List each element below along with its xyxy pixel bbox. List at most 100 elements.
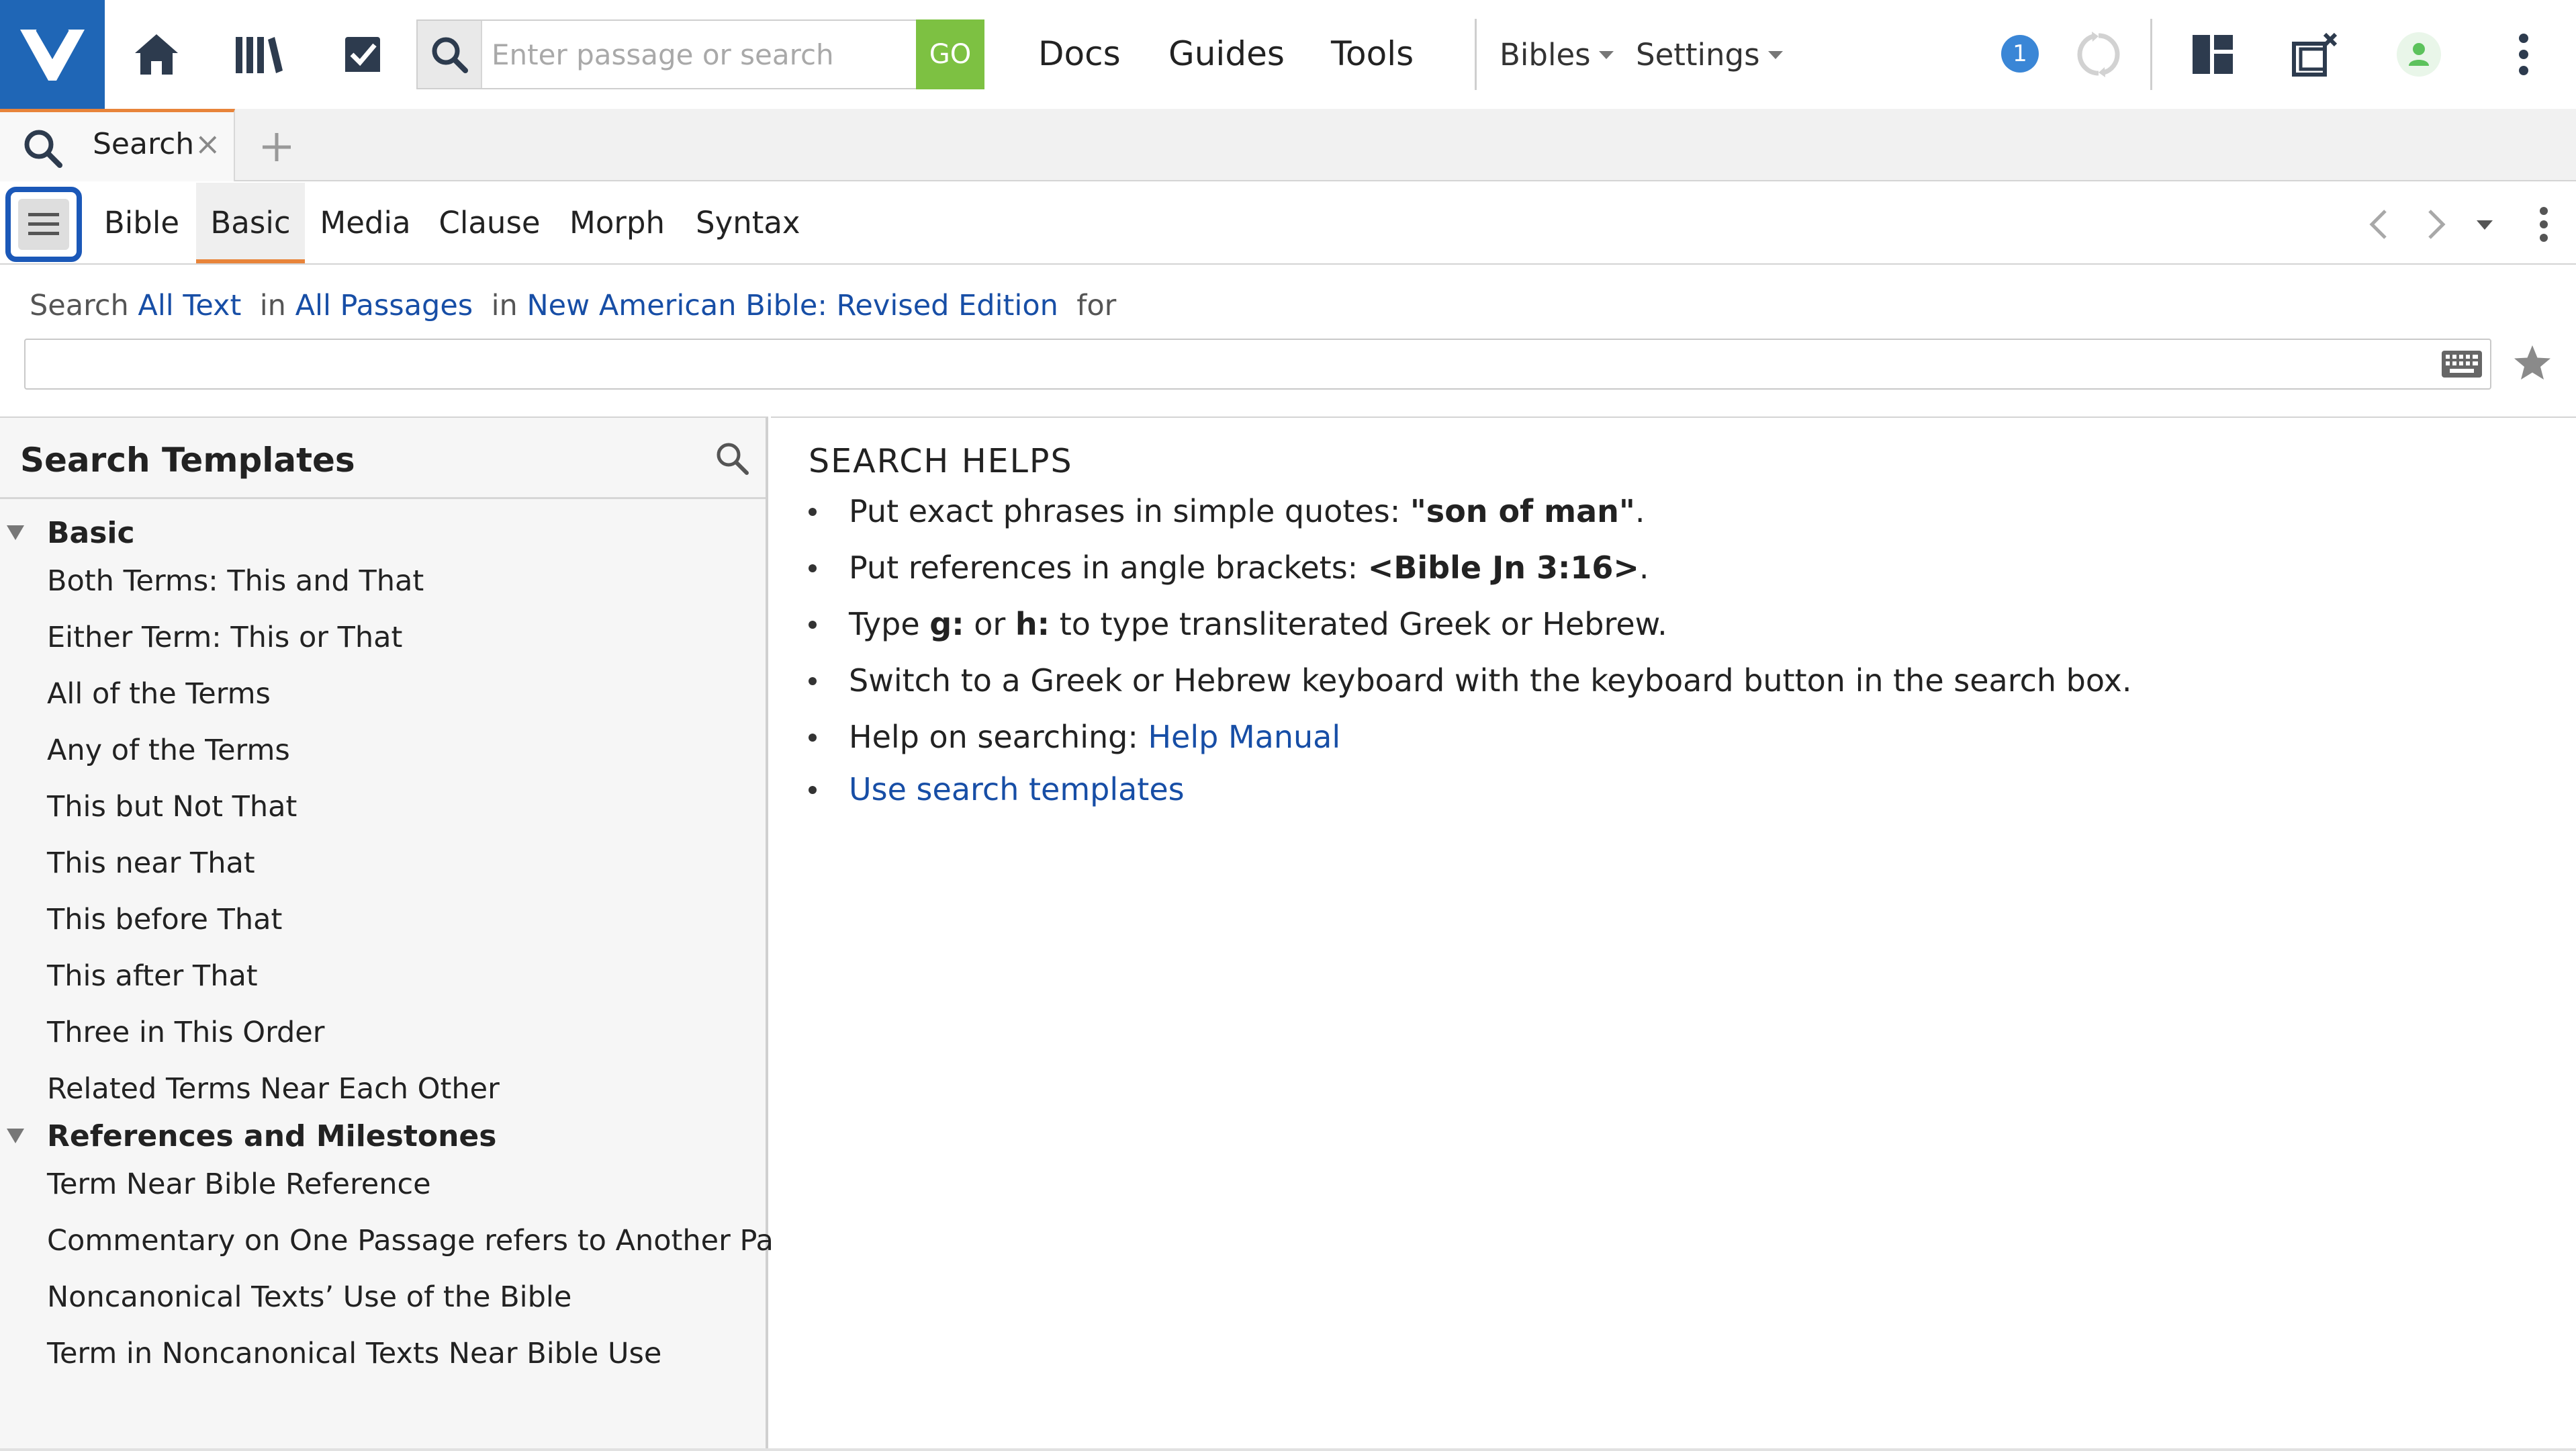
- nav-tools[interactable]: Tools: [1331, 27, 1414, 81]
- template-item[interactable]: Related Terms Near Each Other: [47, 1072, 500, 1106]
- layouts-icon[interactable]: [2179, 21, 2246, 88]
- chevron-down-icon: [1767, 51, 1783, 59]
- group-references-and-milestones[interactable]: References and Milestones: [7, 1119, 496, 1153]
- window-bottom-border: [0, 1448, 2576, 1451]
- template-item[interactable]: Any of the Terms: [47, 734, 290, 767]
- tab-search[interactable]: Search ×: [0, 109, 235, 181]
- help-text: to type transliterated Greek or Hebrew.: [1050, 606, 1667, 642]
- group-label: Basic: [47, 516, 135, 550]
- search-type-bar: Bible Basic Media Clause Morph Syntax: [0, 183, 2576, 265]
- search-word: Search: [30, 289, 129, 322]
- passage-search-box: [416, 19, 984, 89]
- template-item[interactable]: Term Near Bible Reference: [47, 1168, 431, 1201]
- help-example: h:: [1015, 606, 1050, 642]
- close-icon[interactable]: ×: [195, 126, 221, 162]
- help-example: <Bible Jn 3:16>: [1367, 549, 1639, 586]
- panel-title: SEARCH HELPS: [809, 442, 1073, 480]
- template-item[interactable]: Commentary on One Passage refers to Anot…: [47, 1224, 858, 1258]
- template-item[interactable]: Term in Noncanonical Texts Near Bible Us…: [47, 1337, 661, 1370]
- tab-media[interactable]: Media: [318, 183, 412, 263]
- back-arrow-icon[interactable]: [2360, 204, 2400, 245]
- checkbox-icon[interactable]: [329, 21, 396, 88]
- forward-arrow-icon[interactable]: [2415, 204, 2455, 245]
- star-icon[interactable]: [2512, 343, 2553, 384]
- tab-syntax[interactable]: Syntax: [696, 183, 800, 263]
- tab-basic[interactable]: Basic: [196, 183, 305, 263]
- scope-link[interactable]: All Text: [138, 289, 241, 322]
- help-example: g:: [929, 606, 964, 642]
- settings-dropdown[interactable]: Settings: [1636, 30, 1783, 81]
- help-text: Put references in angle brackets:: [849, 549, 1368, 586]
- nav-guides[interactable]: Guides: [1168, 27, 1285, 81]
- use-search-templates-link[interactable]: Use search templates: [849, 771, 1185, 807]
- keyboard-icon[interactable]: [2440, 347, 2483, 380]
- help-text: Type: [849, 606, 930, 642]
- help-item: Help on searching: Help Manual: [809, 719, 1340, 755]
- group-label: References and Milestones: [47, 1119, 497, 1153]
- bibles-dropdown[interactable]: Bibles: [1500, 30, 1614, 81]
- group-basic[interactable]: Basic: [7, 516, 135, 550]
- expand-triangle-icon: [7, 525, 24, 540]
- search-templates-panel: Search Templates Basic Both Terms: This …: [0, 416, 858, 1451]
- bullet: [809, 507, 817, 516]
- sync-icon[interactable]: [2065, 21, 2132, 88]
- panel-tab-bar: Search ×: [0, 109, 2576, 181]
- template-item[interactable]: This near That: [47, 846, 255, 880]
- hamburger-icon: [18, 199, 69, 250]
- template-item[interactable]: Three in This Order: [47, 1016, 324, 1049]
- logos-logo-icon[interactable]: [0, 0, 105, 109]
- plus-icon[interactable]: [259, 129, 295, 165]
- home-icon[interactable]: [123, 21, 190, 88]
- help-item: Put references in angle brackets: <Bible…: [809, 549, 1649, 586]
- bullet: [809, 676, 817, 685]
- tab-morph[interactable]: Morph: [568, 183, 666, 263]
- more-vertical-icon[interactable]: [2490, 21, 2557, 88]
- bullet: [809, 733, 817, 742]
- history-dropdown-icon[interactable]: [2465, 204, 2505, 245]
- help-item: Switch to a Greek or Hebrew keyboard wit…: [809, 662, 2131, 699]
- template-item[interactable]: Both Terms: This and That: [47, 564, 424, 598]
- help-text: .: [1639, 549, 1649, 586]
- chevron-down-icon: [1598, 51, 1614, 59]
- in-word: in: [259, 289, 286, 322]
- template-item[interactable]: All of the Terms: [47, 677, 271, 711]
- template-item[interactable]: Noncanonical Texts’ Use of the Bible: [47, 1280, 571, 1314]
- help-item: Use search templates: [809, 771, 1185, 807]
- template-item[interactable]: This before That: [47, 903, 282, 936]
- resource-link[interactable]: New American Bible: Revised Edition: [526, 289, 1058, 322]
- close-panels-icon[interactable]: [2282, 21, 2349, 88]
- bullet: [809, 620, 817, 629]
- search-icon[interactable]: [418, 21, 482, 88]
- tab-clause[interactable]: Clause: [438, 183, 541, 263]
- settings-label: Settings: [1636, 37, 1760, 73]
- for-word: for: [1076, 289, 1117, 322]
- tab-bible[interactable]: Bible: [98, 183, 185, 263]
- search-icon[interactable]: [715, 441, 749, 476]
- in-word: in: [491, 289, 518, 322]
- tab-label: Search: [93, 127, 195, 161]
- help-text: Switch to a Greek or Hebrew keyboard wit…: [849, 662, 2132, 699]
- help-text: Help on searching:: [849, 719, 1148, 755]
- help-example: "son of man": [1410, 493, 1635, 529]
- template-item[interactable]: This but Not That: [47, 790, 297, 824]
- query-input[interactable]: [24, 339, 2491, 390]
- toolbar-divider: [1475, 19, 1477, 90]
- panel-menu-button[interactable]: [5, 187, 82, 262]
- notification-badge[interactable]: 1: [2001, 35, 2039, 73]
- bullet: [809, 785, 817, 794]
- help-text: .: [1635, 493, 1645, 529]
- range-link[interactable]: All Passages: [295, 289, 473, 322]
- bibles-label: Bibles: [1500, 37, 1591, 73]
- user-icon[interactable]: [2385, 21, 2452, 88]
- panel-more-icon[interactable]: [2524, 204, 2564, 245]
- bullet: [809, 564, 817, 572]
- library-icon[interactable]: [226, 21, 293, 88]
- go-button[interactable]: GO: [916, 19, 984, 89]
- help-manual-link[interactable]: Help Manual: [1148, 719, 1340, 755]
- help-item: Put exact phrases in simple quotes: "son…: [809, 493, 1645, 529]
- toolbar-divider: [2150, 19, 2152, 90]
- template-item[interactable]: This after That: [47, 959, 258, 993]
- passage-search-input[interactable]: [492, 28, 908, 81]
- nav-docs[interactable]: Docs: [1038, 27, 1121, 81]
- template-item[interactable]: Either Term: This or That: [47, 621, 402, 654]
